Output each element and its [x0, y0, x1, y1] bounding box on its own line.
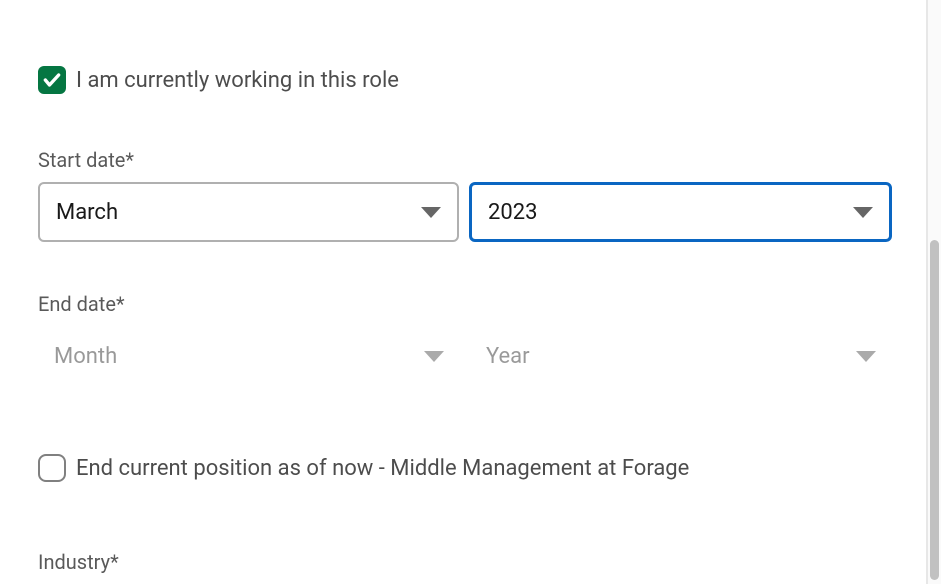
start-year-select[interactable]: 2023: [469, 182, 892, 242]
currently-working-checkbox[interactable]: [38, 66, 66, 94]
end-year-select: Year: [470, 326, 892, 386]
start-date-label: Start date*: [38, 148, 892, 172]
start-month-value: March: [56, 200, 118, 225]
chevron-down-icon: [424, 351, 444, 362]
check-icon: [42, 70, 62, 90]
background-page-slice: [0, 0, 10, 584]
start-year-value: 2023: [488, 200, 537, 225]
end-current-position-label: End current position as of now - Middle …: [76, 456, 689, 481]
chevron-down-icon: [856, 351, 876, 362]
scrollbar-track[interactable]: [928, 0, 941, 584]
end-date-row: Month Year: [38, 326, 892, 386]
currently-working-label: I am currently working in this role: [76, 68, 399, 93]
start-date-row: March 2023: [38, 182, 892, 242]
end-date-label: End date*: [38, 292, 892, 316]
currently-working-row: I am currently working in this role: [38, 66, 892, 94]
start-month-select[interactable]: March: [38, 182, 459, 242]
end-year-placeholder: Year: [486, 344, 530, 369]
end-month-select: Month: [38, 326, 460, 386]
chevron-down-icon: [421, 207, 441, 218]
end-month-placeholder: Month: [54, 344, 117, 369]
experience-form-modal: I am currently working in this role Star…: [10, 0, 920, 584]
scrollbar-thumb[interactable]: [930, 240, 939, 580]
chevron-down-icon: [853, 207, 873, 218]
industry-label: Industry*: [38, 550, 892, 574]
end-current-position-checkbox[interactable]: [38, 454, 66, 482]
end-current-position-row: End current position as of now - Middle …: [38, 454, 892, 482]
